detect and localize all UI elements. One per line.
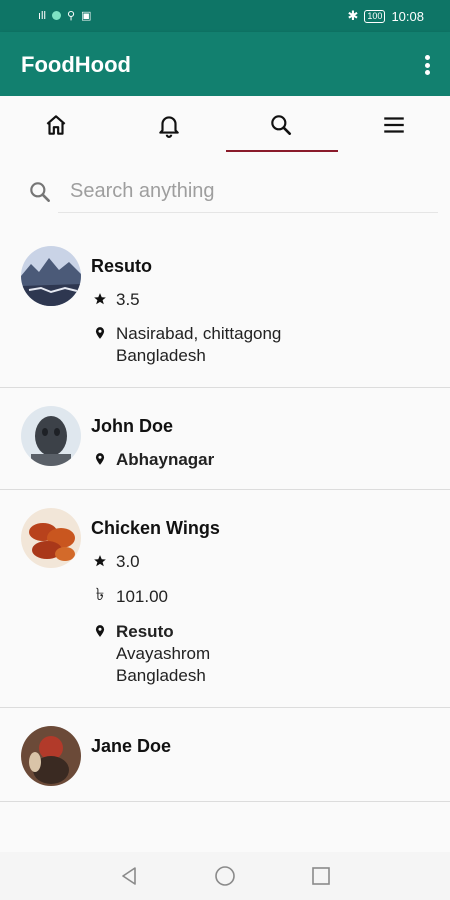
taka-currency-icon: ৳ bbox=[95, 585, 105, 604]
signal-icon: ıll bbox=[38, 9, 46, 22]
results-list: Resuto 3.5 Nasirabad, chittagong Banglad… bbox=[0, 228, 450, 802]
overflow-menu-button[interactable] bbox=[420, 52, 434, 78]
home-circle-icon[interactable] bbox=[213, 864, 237, 888]
image-icon: ▣ bbox=[81, 10, 92, 22]
status-bar: ıll ⚲ ▣ ✱ 100 10:08 bbox=[0, 0, 450, 32]
search-bar bbox=[0, 160, 450, 220]
avatar bbox=[21, 726, 81, 786]
location-pin-icon bbox=[91, 449, 109, 469]
search-icon bbox=[30, 182, 50, 202]
restaurant-name: Resuto bbox=[116, 622, 174, 641]
address-row: Resuto Avayashrom Bangladesh bbox=[91, 621, 210, 687]
rating-row: 3.0 bbox=[91, 551, 140, 573]
status-time: 10:08 bbox=[391, 8, 424, 24]
item-title: Chicken Wings bbox=[91, 518, 220, 538]
item-title: Resuto bbox=[91, 256, 153, 276]
item-title: Jane Doe bbox=[91, 736, 172, 756]
location-value: Abhaynagar bbox=[116, 450, 215, 469]
avatar bbox=[21, 246, 81, 306]
tab-bar bbox=[0, 96, 450, 154]
usb-icon: ⚲ bbox=[66, 10, 76, 22]
location-row: Abhaynagar bbox=[91, 449, 214, 471]
list-item[interactable]: John Doe Abhaynagar bbox=[0, 388, 450, 490]
address-row: Nasirabad, chittagong Bangladesh bbox=[91, 323, 281, 367]
more-vert-icon bbox=[424, 55, 430, 60]
location-pin-icon bbox=[91, 621, 109, 641]
item-title: John Doe bbox=[91, 416, 174, 436]
tab-indicator bbox=[226, 150, 338, 152]
avatar bbox=[21, 508, 81, 568]
tab-menu[interactable] bbox=[338, 96, 450, 154]
location-pin-icon bbox=[91, 323, 109, 343]
tab-home[interactable] bbox=[0, 96, 113, 154]
home-icon bbox=[46, 115, 66, 135]
rating-row: 3.5 bbox=[91, 289, 140, 311]
back-icon[interactable] bbox=[117, 864, 141, 888]
avatar bbox=[21, 406, 81, 466]
search-icon bbox=[271, 115, 292, 135]
star-icon bbox=[91, 289, 109, 309]
list-item[interactable]: Chicken Wings 3.0 ৳ 101.00 Resuto Avayas… bbox=[0, 490, 450, 708]
price-value: 101.00 bbox=[116, 587, 168, 606]
menu-icon bbox=[384, 117, 404, 133]
list-item[interactable]: Resuto 3.5 Nasirabad, chittagong Banglad… bbox=[0, 228, 450, 388]
app-bar: FoodHood bbox=[0, 32, 450, 96]
list-item[interactable]: Jane Doe bbox=[0, 708, 450, 802]
price-row: ৳ 101.00 bbox=[91, 585, 168, 608]
tab-search[interactable] bbox=[225, 96, 338, 154]
battery-icon: 100 bbox=[364, 9, 386, 23]
address-line-1: Nasirabad, chittagong bbox=[116, 324, 282, 343]
app-title: FoodHood bbox=[21, 52, 131, 77]
address-line-2: Bangladesh bbox=[116, 666, 206, 685]
vibrate-icon: ✱ bbox=[347, 8, 359, 23]
bell-icon bbox=[159, 116, 179, 138]
rating-value: 3.5 bbox=[116, 290, 140, 309]
rating-value: 3.0 bbox=[116, 552, 140, 571]
recents-icon[interactable] bbox=[309, 864, 333, 888]
address-line-2: Bangladesh bbox=[116, 346, 206, 365]
system-nav-bar bbox=[0, 852, 450, 900]
tab-notifications[interactable] bbox=[113, 96, 226, 154]
address-line-1: Avayashrom bbox=[116, 644, 211, 663]
notification-dot-icon bbox=[51, 11, 61, 20]
star-icon bbox=[91, 551, 109, 571]
search-input[interactable] bbox=[58, 171, 438, 213]
